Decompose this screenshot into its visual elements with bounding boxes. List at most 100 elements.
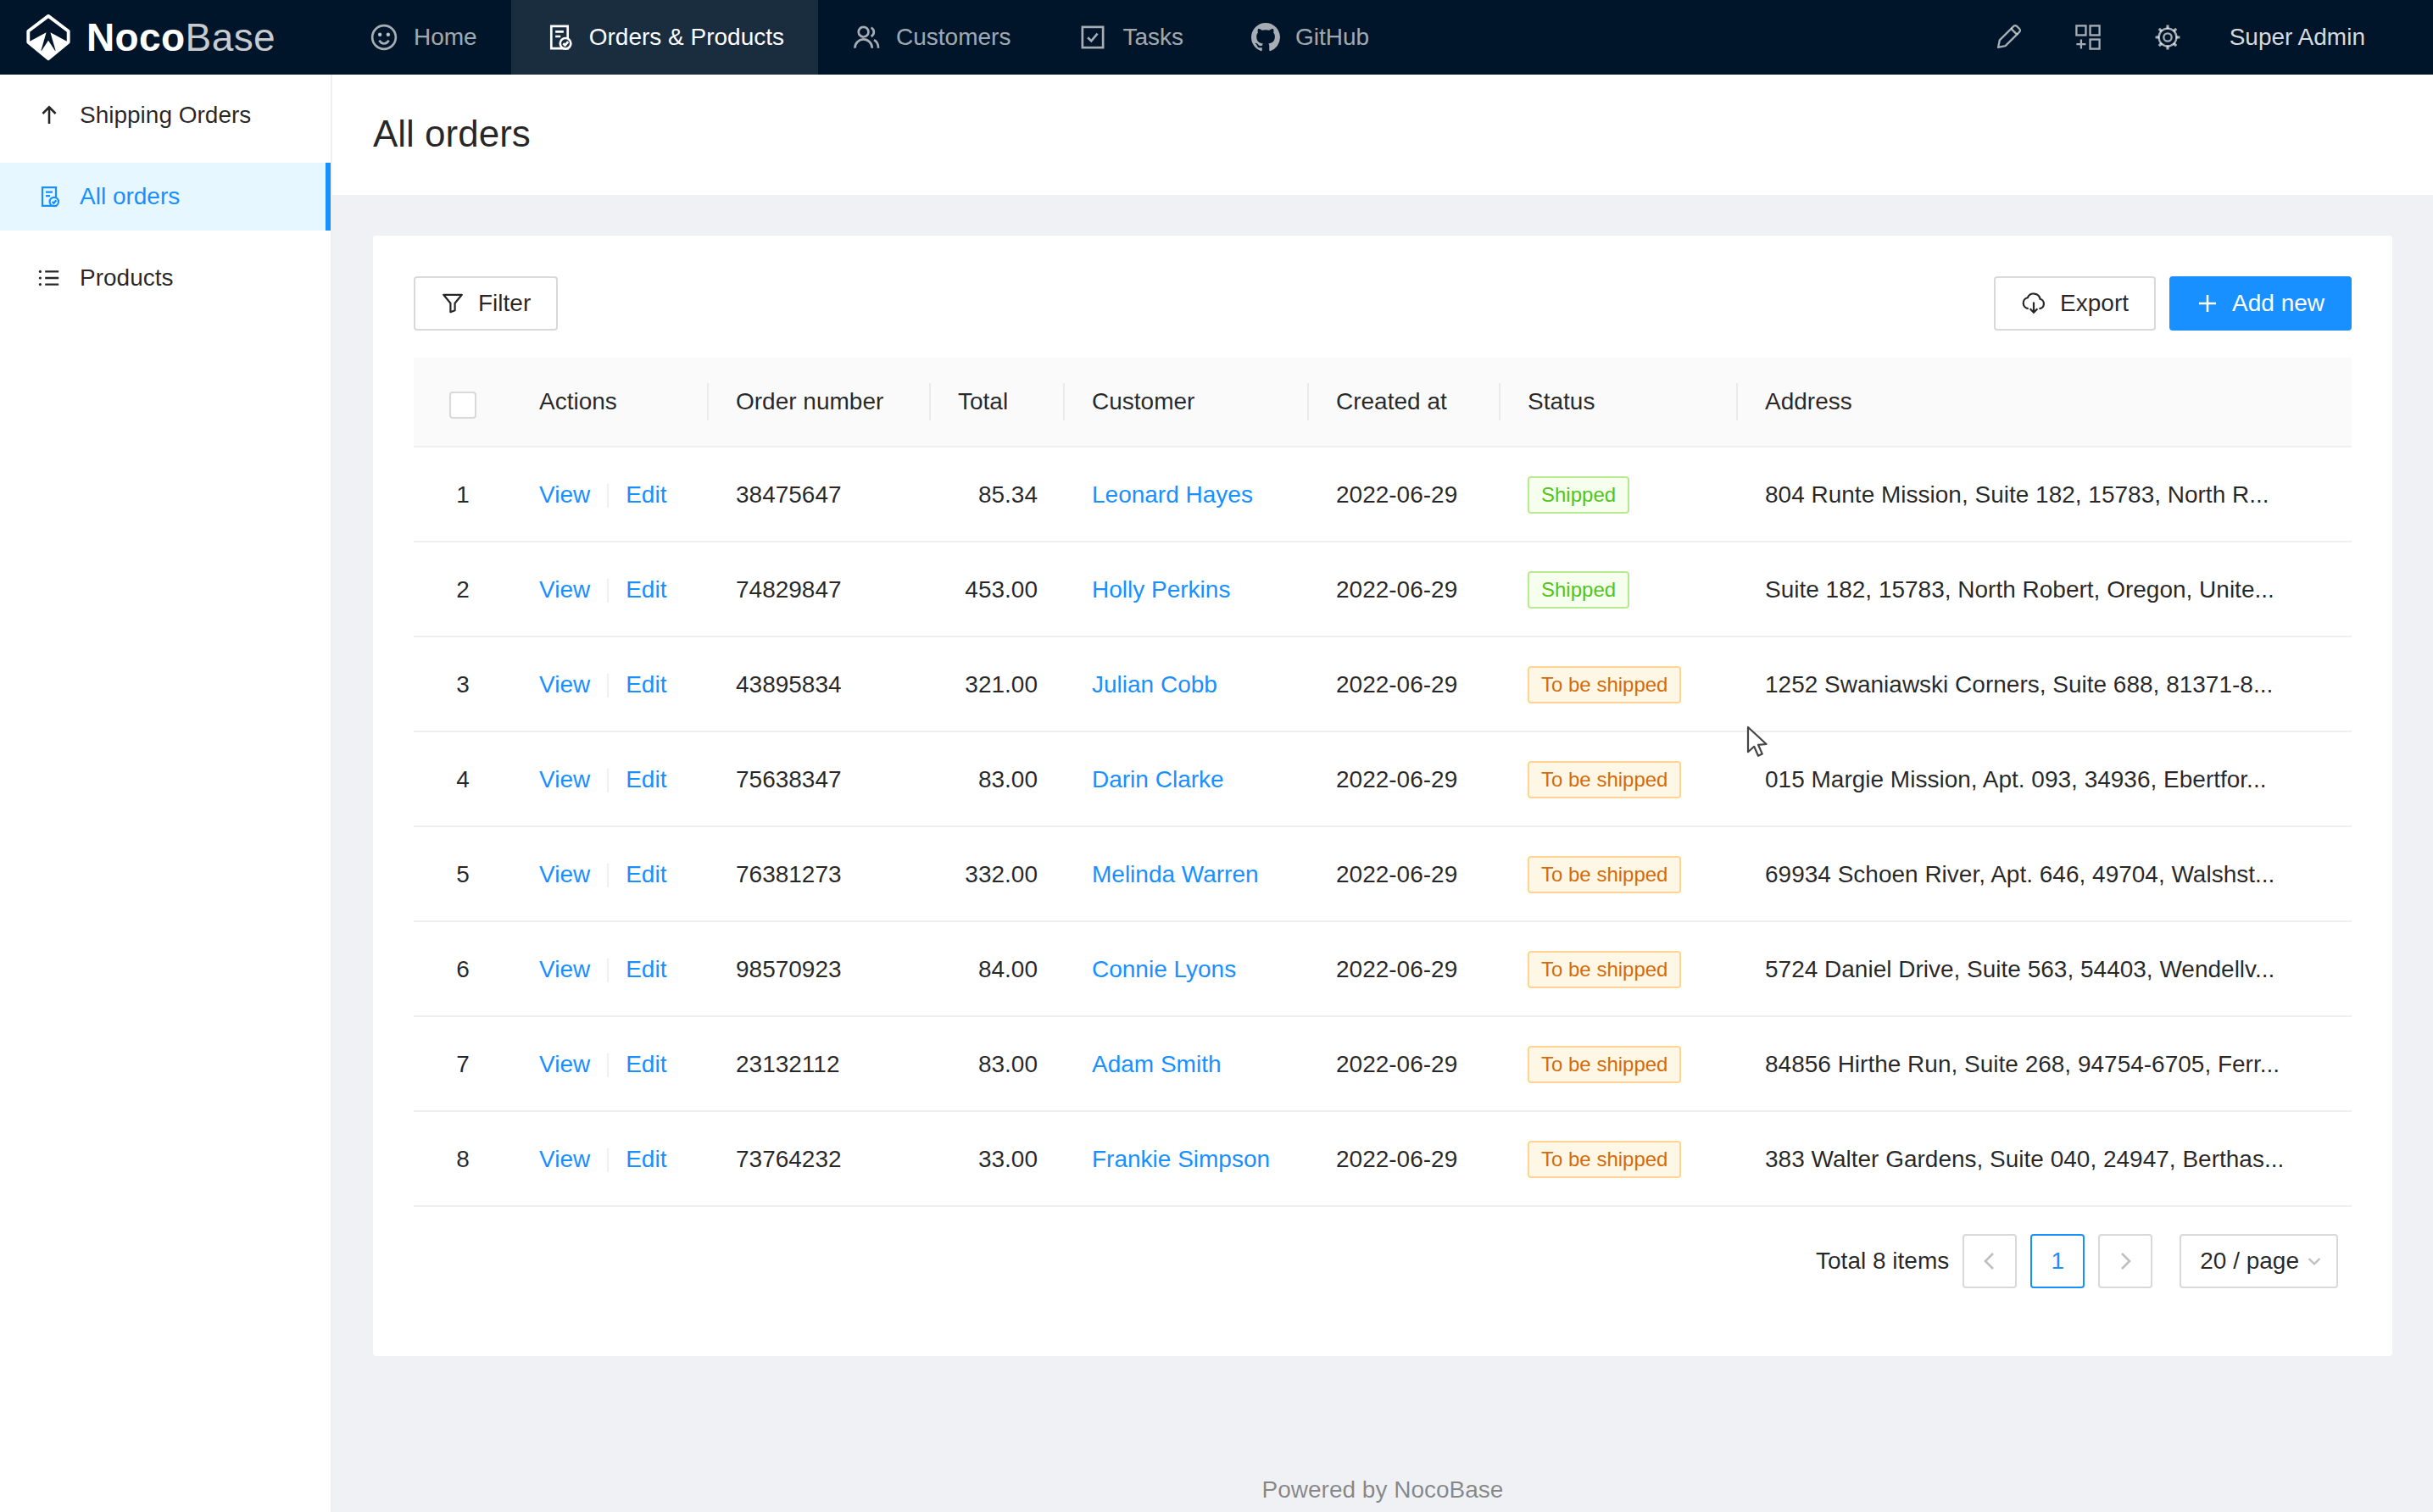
view-link[interactable]: View xyxy=(539,576,590,603)
row-actions-cell: View Edit xyxy=(512,922,709,1017)
smiley-icon xyxy=(370,23,398,52)
customer-link[interactable]: Julian Cobb xyxy=(1092,671,1217,698)
row-order-number-cell: 38475647 xyxy=(709,447,931,542)
row-actions-cell: View Edit xyxy=(512,542,709,637)
row-created-at-cell: 2022-06-29 xyxy=(1309,637,1500,732)
nav-tab-label: Customers xyxy=(896,24,1011,51)
plugin-blocks-icon[interactable] xyxy=(2074,23,2102,52)
customer-link[interactable]: Leonard Hayes xyxy=(1092,481,1253,508)
view-link[interactable]: View xyxy=(539,861,590,887)
customer-link[interactable]: Holly Perkins xyxy=(1092,576,1230,603)
edit-link[interactable]: Edit xyxy=(626,671,666,698)
nocobase-logo-icon xyxy=(24,13,73,62)
row-address-cell: 5724 Daniel Drive, Suite 563, 54403, Wen… xyxy=(1738,922,2352,1017)
customer-link[interactable]: Frankie Simpson xyxy=(1092,1146,1270,1172)
nav-tab-orders-products[interactable]: Orders & Products xyxy=(511,0,818,75)
page-title: All orders xyxy=(373,110,2392,158)
row-order-number-cell: 76381273 xyxy=(709,827,931,922)
actions-divider xyxy=(607,674,609,698)
row-index-cell: 7 xyxy=(414,1017,512,1112)
status-badge: To be shipped xyxy=(1528,951,1681,988)
ui-editor-pen-icon[interactable] xyxy=(1994,23,2023,52)
edit-link[interactable]: Edit xyxy=(626,576,666,603)
filter-icon xyxy=(441,292,465,315)
page-size-select[interactable]: 20 / page xyxy=(2180,1234,2338,1288)
customer-link[interactable]: Adam Smith xyxy=(1092,1051,1222,1077)
export-button[interactable]: Export xyxy=(1994,276,2156,331)
table-row: 2ViewEdit74829847453.00Holly Perkins2022… xyxy=(414,542,2352,637)
filter-button[interactable]: Filter xyxy=(414,276,558,331)
row-total-cell: 84.00 xyxy=(931,922,1065,1017)
mouse-cursor xyxy=(1746,725,1770,759)
chevron-left-icon xyxy=(1981,1251,1998,1271)
customer-link[interactable]: Melinda Warren xyxy=(1092,861,1259,887)
row-index-cell: 2 xyxy=(414,542,512,637)
customer-link[interactable]: Connie Lyons xyxy=(1092,956,1236,982)
view-link[interactable]: View xyxy=(539,766,590,792)
github-icon xyxy=(1251,23,1280,52)
row-index-cell: 8 xyxy=(414,1112,512,1207)
column-header-customer: Customer xyxy=(1065,358,1309,447)
row-address-cell: 1252 Swaniawski Corners, Suite 688, 8137… xyxy=(1738,637,2352,732)
pagination-prev-button[interactable] xyxy=(1963,1234,2017,1288)
add-new-button[interactable]: Add new xyxy=(2169,276,2352,331)
row-total-cell: 332.00 xyxy=(931,827,1065,922)
chevron-down-icon xyxy=(2306,1253,2323,1270)
app-root: NocoBase Home Orders & Produc xyxy=(0,0,2433,1512)
table-row: 5ViewEdit76381273332.00Melinda Warren202… xyxy=(414,827,2352,922)
edit-link[interactable]: Edit xyxy=(626,956,666,982)
row-total-cell: 453.00 xyxy=(931,542,1065,637)
nav-tab-home[interactable]: Home xyxy=(336,0,511,75)
table-row: 6ViewEdit9857092384.00Connie Lyons2022-0… xyxy=(414,922,2352,1017)
top-navbar: NocoBase Home Orders & Produc xyxy=(0,0,2433,75)
view-link[interactable]: View xyxy=(539,671,590,698)
nav-tab-customers[interactable]: Customers xyxy=(818,0,1044,75)
sidebar-item-all-orders[interactable]: All orders xyxy=(0,163,331,231)
row-created-at-cell: 2022-06-29 xyxy=(1309,732,1500,827)
row-index-cell: 5 xyxy=(414,827,512,922)
view-link[interactable]: View xyxy=(539,956,590,982)
row-index-cell: 6 xyxy=(414,922,512,1017)
edit-link[interactable]: Edit xyxy=(626,481,666,508)
edit-link[interactable]: Edit xyxy=(626,766,666,792)
edit-link[interactable]: Edit xyxy=(626,1146,666,1172)
column-header-order-number: Order number xyxy=(709,358,931,447)
row-created-at-cell: 2022-06-29 xyxy=(1309,1112,1500,1207)
row-customer-cell: Holly Perkins xyxy=(1065,542,1309,637)
status-badge: To be shipped xyxy=(1528,1046,1681,1083)
nocobase-logo[interactable]: NocoBase xyxy=(0,0,336,75)
nav-tab-tasks[interactable]: Tasks xyxy=(1044,0,1217,75)
sidebar-item-shipping-orders[interactable]: Shipping Orders xyxy=(0,81,331,149)
status-badge: Shipped xyxy=(1528,476,1629,514)
edit-link[interactable]: Edit xyxy=(626,861,666,887)
sidebar-item-label: All orders xyxy=(80,183,180,210)
row-address-cell: 804 Runte Mission, Suite 182, 15783, Nor… xyxy=(1738,447,2352,542)
pagination-page-1[interactable]: 1 xyxy=(2030,1234,2085,1288)
user-menu[interactable]: Super Admin xyxy=(2230,24,2365,51)
row-address-cell: 383 Walter Gardens, Suite 040, 24947, Be… xyxy=(1738,1112,2352,1207)
row-created-at-cell: 2022-06-29 xyxy=(1309,542,1500,637)
view-link[interactable]: View xyxy=(539,481,590,508)
row-status-cell: To be shipped xyxy=(1500,1112,1738,1207)
pagination-next-button[interactable] xyxy=(2098,1234,2152,1288)
card-toolbar: Filter Export xyxy=(414,276,2352,331)
view-link[interactable]: View xyxy=(539,1146,590,1172)
actions-divider xyxy=(607,1053,609,1077)
view-link[interactable]: View xyxy=(539,1051,590,1077)
actions-divider xyxy=(607,864,609,887)
actions-divider xyxy=(607,769,609,792)
select-all-checkbox[interactable] xyxy=(449,392,476,419)
sidebar-item-products[interactable]: Products xyxy=(0,244,331,312)
row-address-cell: Suite 182, 15783, North Robert, Oregon, … xyxy=(1738,542,2352,637)
row-order-number-cell: 43895834 xyxy=(709,637,931,732)
edit-link[interactable]: Edit xyxy=(626,1051,666,1077)
nav-tab-github[interactable]: GitHub xyxy=(1217,0,1403,75)
customer-link[interactable]: Darin Clarke xyxy=(1092,766,1224,792)
sidebar: Shipping Orders All orders Produ xyxy=(0,75,332,1512)
row-actions-cell: View Edit xyxy=(512,447,709,542)
page-header: All orders xyxy=(332,75,2433,195)
settings-gear-icon[interactable] xyxy=(2153,23,2182,52)
row-index-cell: 4 xyxy=(414,732,512,827)
export-icon xyxy=(2021,291,2046,316)
team-icon xyxy=(852,23,881,52)
